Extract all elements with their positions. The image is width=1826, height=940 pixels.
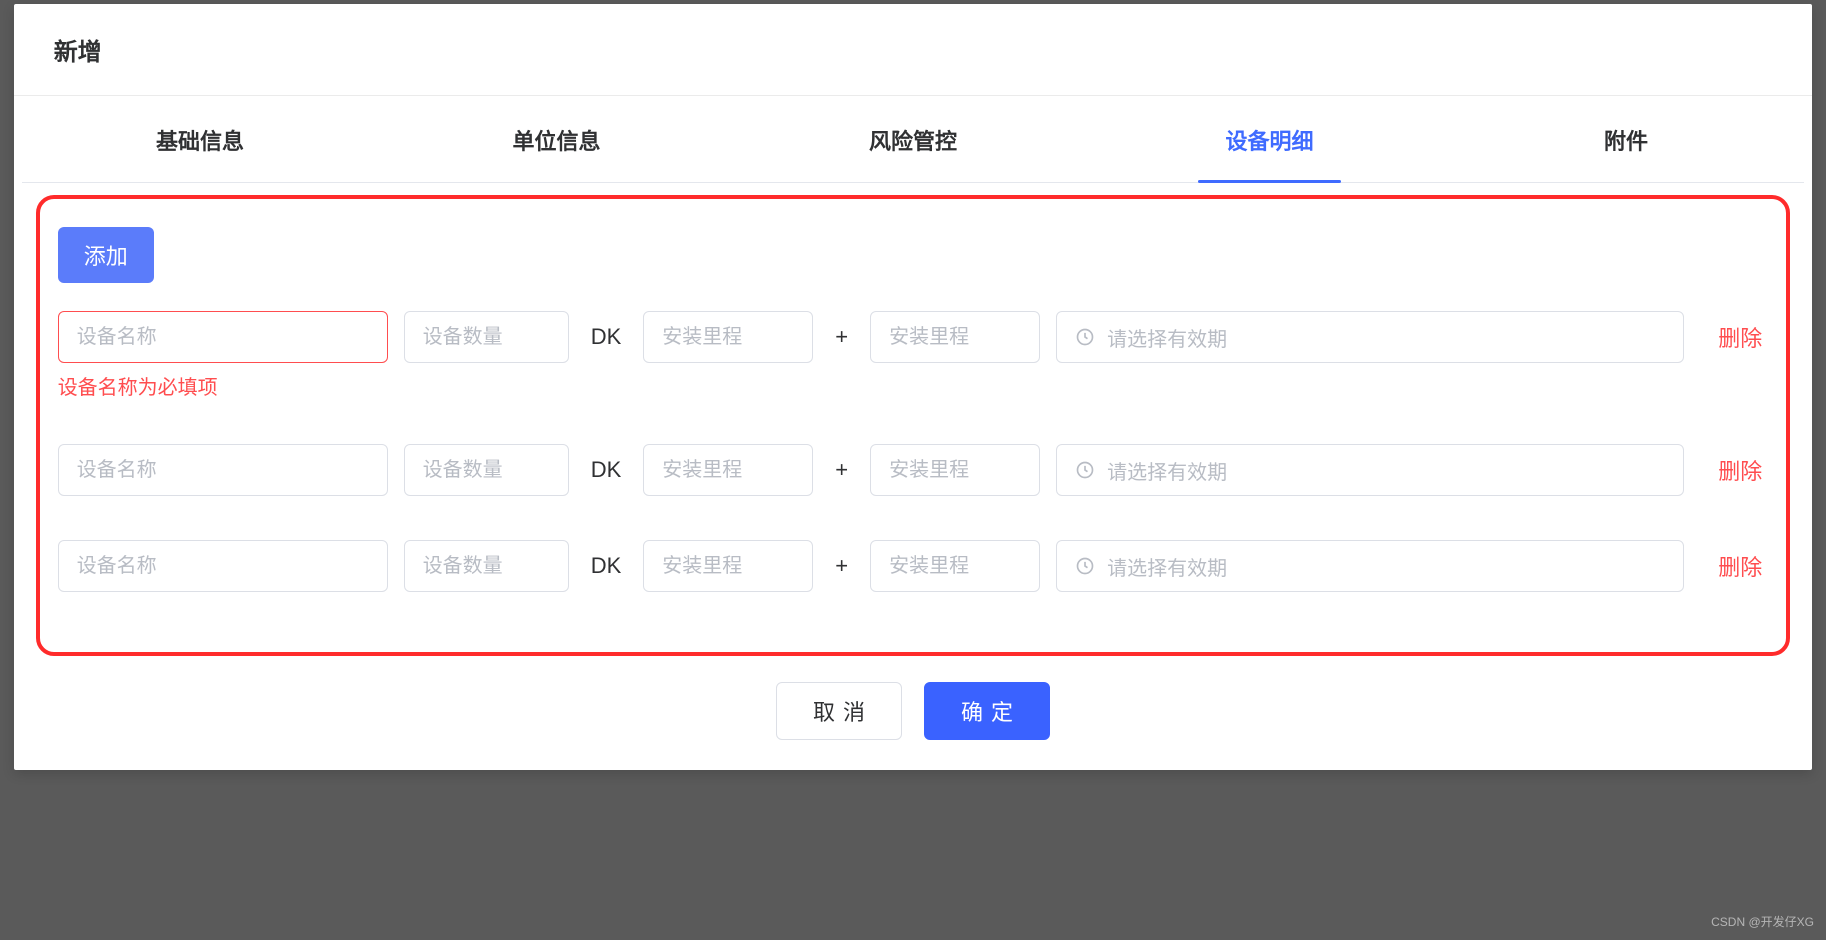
modal-header: 新增 xyxy=(14,4,1813,96)
tab-unit-info[interactable]: 单位信息 xyxy=(378,98,735,182)
date-placeholder: 请选择有效期 xyxy=(1107,323,1227,352)
device-qty-input[interactable] xyxy=(404,444,569,496)
delete-row-button[interactable]: 删除 xyxy=(1700,321,1768,353)
device-detail-panel: 添加 DK + 请选择有效期 删除 设备名称为必填项 xyxy=(36,195,1791,656)
clock-icon xyxy=(1075,556,1095,576)
modal-footer: 取消 确定 xyxy=(14,668,1813,770)
tabs-bar: 基础信息 单位信息 风险管控 设备明细 附件 xyxy=(22,98,1805,183)
dk-label: DK xyxy=(585,553,628,579)
add-button[interactable]: 添加 xyxy=(58,227,154,283)
delete-row-button[interactable]: 删除 xyxy=(1700,454,1768,486)
device-name-input[interactable] xyxy=(58,311,388,363)
clock-icon xyxy=(1075,460,1095,480)
mileage-a-input[interactable] xyxy=(643,444,813,496)
delete-row-button[interactable]: 删除 xyxy=(1700,550,1768,582)
device-qty-input[interactable] xyxy=(404,540,569,592)
tab-attachments[interactable]: 附件 xyxy=(1448,98,1805,182)
dk-label: DK xyxy=(585,457,628,483)
device-row: DK + 请选择有效期 删除 设备名称为必填项 xyxy=(58,311,1769,400)
date-placeholder: 请选择有效期 xyxy=(1107,552,1227,581)
device-name-input[interactable] xyxy=(58,540,388,592)
plus-label: + xyxy=(829,553,854,579)
tab-basic-info[interactable]: 基础信息 xyxy=(22,98,379,182)
date-placeholder: 请选择有效期 xyxy=(1107,456,1227,485)
mileage-b-input[interactable] xyxy=(870,444,1040,496)
mileage-a-input[interactable] xyxy=(643,311,813,363)
tab-device-detail[interactable]: 设备明细 xyxy=(1091,98,1448,182)
tab-risk-ctrl[interactable]: 风险管控 xyxy=(735,98,1092,182)
device-row: DK + 请选择有效期 删除 xyxy=(58,540,1769,592)
dk-label: DK xyxy=(585,324,628,350)
mileage-a-input[interactable] xyxy=(643,540,813,592)
watermark: CSDN @开发仔XG xyxy=(1711,913,1814,930)
device-name-input[interactable] xyxy=(58,444,388,496)
modal-title: 新增 xyxy=(54,32,1773,67)
device-row: DK + 请选择有效期 删除 xyxy=(58,444,1769,496)
device-name-error: 设备名称为必填项 xyxy=(58,371,1769,400)
mileage-b-input[interactable] xyxy=(870,311,1040,363)
device-qty-input[interactable] xyxy=(404,311,569,363)
device-rows: DK + 请选择有效期 删除 设备名称为必填项 DK xyxy=(58,311,1769,592)
validity-date-picker[interactable]: 请选择有效期 xyxy=(1056,311,1684,363)
modal-dialog: 新增 基础信息 单位信息 风险管控 设备明细 附件 添加 DK + xyxy=(14,4,1813,770)
plus-label: + xyxy=(829,457,854,483)
validity-date-picker[interactable]: 请选择有效期 xyxy=(1056,444,1684,496)
plus-label: + xyxy=(829,324,854,350)
cancel-button[interactable]: 取消 xyxy=(776,682,902,740)
mileage-b-input[interactable] xyxy=(870,540,1040,592)
confirm-button[interactable]: 确定 xyxy=(924,682,1050,740)
validity-date-picker[interactable]: 请选择有效期 xyxy=(1056,540,1684,592)
clock-icon xyxy=(1075,327,1095,347)
